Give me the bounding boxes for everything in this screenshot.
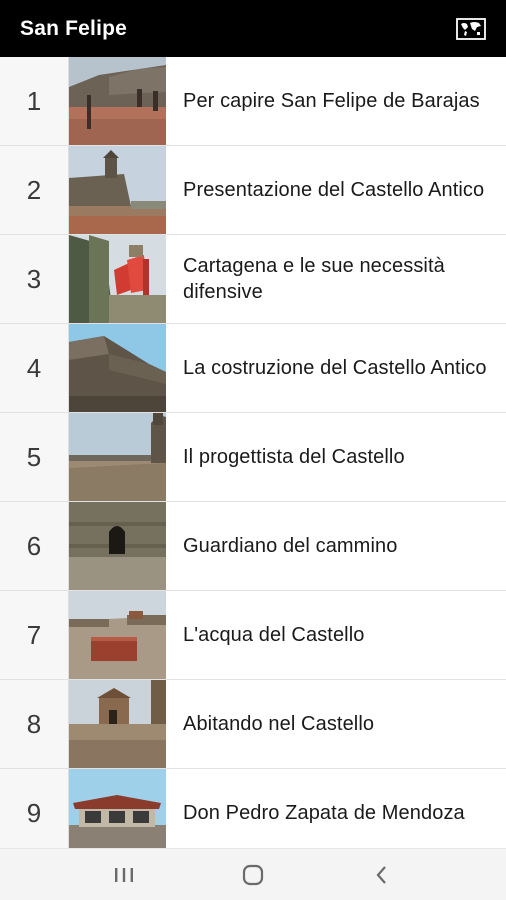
castle-tower-photo: [69, 146, 166, 234]
item-title: L'acqua del Castello: [183, 624, 365, 646]
app-bar: San Felipe: [0, 0, 506, 57]
list-item[interactable]: 9 Don Pedro Zapata de Mendoza: [0, 769, 506, 848]
list-item[interactable]: 4 La costruzione del Castello Antico: [0, 324, 506, 413]
item-number: 5: [0, 413, 69, 501]
item-number: 6: [0, 502, 69, 590]
fortress-courtyard-photo: [69, 57, 166, 145]
list-item[interactable]: 7 L'acqua del Castello: [0, 591, 506, 680]
map-button[interactable]: [454, 16, 488, 42]
home-icon: [242, 864, 264, 885]
water-cistern-photo: [69, 591, 166, 679]
item-title: Il progettista del Castello: [183, 446, 405, 468]
tunnel-entrance-photo: [69, 502, 166, 590]
list-item[interactable]: 8 Abitando nel Castello: [0, 680, 506, 769]
item-number: 1: [0, 57, 69, 145]
item-number: 9: [0, 769, 69, 848]
page-title: San Felipe: [20, 16, 128, 40]
list-item[interactable]: 2 Presentazione del Castello Antico: [0, 146, 506, 235]
back-icon: [376, 865, 386, 884]
recents-button[interactable]: [94, 855, 154, 895]
item-title: Cartagena e le sue necessità difensive: [183, 255, 445, 303]
inner-buildings-photo: [69, 680, 166, 768]
item-title: Per capire San Felipe de Barajas: [183, 90, 480, 112]
list-item[interactable]: 3 Cartagena e le sue necessità difensive: [0, 235, 506, 324]
list-item[interactable]: 1 Per capire San Felipe de Barajas: [0, 57, 506, 146]
item-title: Don Pedro Zapata de Mendoza: [183, 802, 465, 824]
system-nav-bar: [0, 848, 506, 900]
back-button[interactable]: [352, 855, 412, 895]
fortress-terrace-photo: [69, 413, 166, 501]
item-title: Abitando nel Castello: [183, 713, 375, 735]
item-title: Presentazione del Castello Antico: [183, 179, 485, 201]
recent-apps-icon: [115, 867, 134, 882]
item-title: Guardiano del cammino: [183, 535, 398, 557]
item-number: 4: [0, 324, 69, 412]
castle-bastion-photo: [69, 324, 166, 412]
list-item[interactable]: 5 Il progettista del Castello: [0, 413, 506, 502]
wall-red-structure-photo: [69, 235, 166, 323]
home-button[interactable]: [223, 855, 283, 895]
chapter-list: 1 Per capire San Felipe de Barajas 2 Pre…: [0, 57, 506, 848]
item-number: 3: [0, 235, 69, 323]
world-map-icon: [456, 17, 486, 40]
item-number: 8: [0, 680, 69, 768]
item-title: La costruzione del Castello Antico: [183, 357, 487, 379]
item-number: 2: [0, 146, 69, 234]
item-number: 7: [0, 591, 69, 679]
kiosk-photo: [69, 769, 166, 848]
list-item[interactable]: 6 Guardiano del cammino: [0, 502, 506, 591]
